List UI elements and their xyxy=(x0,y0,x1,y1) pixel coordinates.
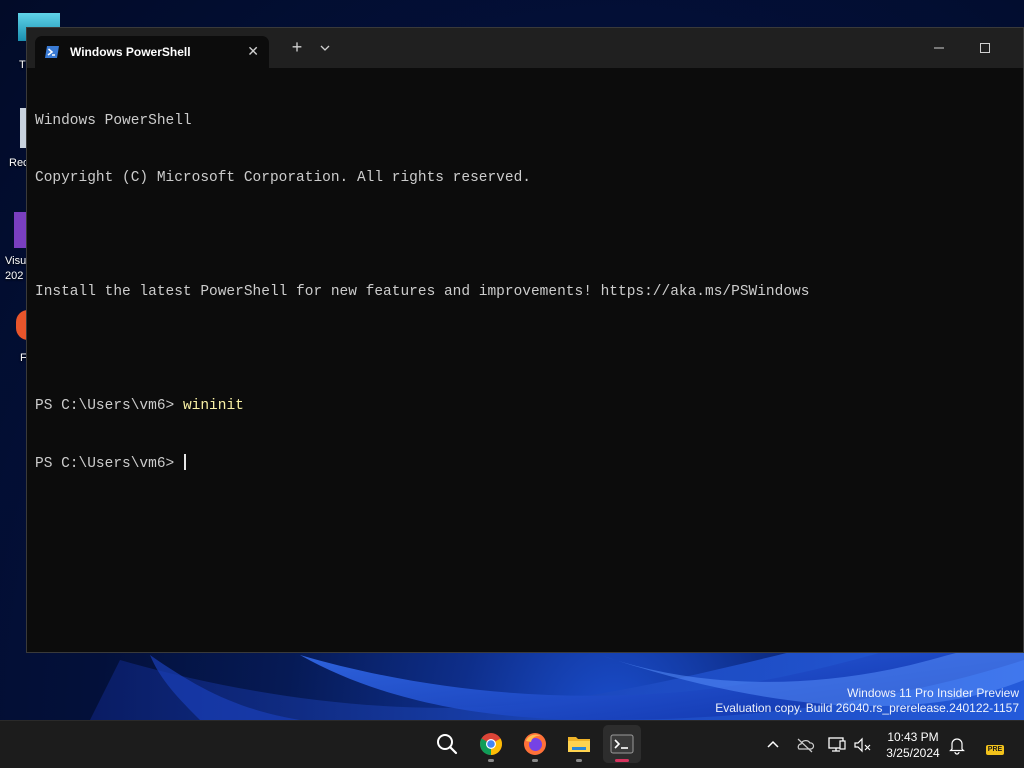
taskbar-firefox-button[interactable] xyxy=(516,725,554,763)
tab-title: Windows PowerShell xyxy=(70,45,191,59)
console-output[interactable]: Windows PowerShell Copyright (C) Microso… xyxy=(35,74,1015,652)
watermark-line-1: Windows 11 Pro Insider Preview xyxy=(847,686,1019,700)
tab-close-button[interactable]: ✕ xyxy=(247,42,259,60)
volume-muted-icon[interactable] xyxy=(853,735,873,755)
terminal-icon xyxy=(610,734,634,754)
prompt: PS C:\Users\vm6> xyxy=(35,456,183,472)
console-line: Install the latest PowerShell for new fe… xyxy=(35,284,810,300)
tab-windows-powershell[interactable]: Windows PowerShell ✕ xyxy=(35,36,269,68)
insider-pre-badge: PRE xyxy=(986,745,1004,755)
clock-time: 10:43 PM xyxy=(887,730,939,744)
minimize-button[interactable] xyxy=(925,40,953,56)
new-tab-button[interactable]: + xyxy=(286,38,308,58)
command-text: wininit xyxy=(182,398,244,414)
clock[interactable]: 10:43 PM 3/25/2024 xyxy=(878,729,948,761)
prompt: PS C:\Users\vm6> xyxy=(35,398,183,414)
desktop-icon-label: 202 xyxy=(5,270,24,282)
onedrive-offline-icon[interactable] xyxy=(795,735,815,755)
console-input-line[interactable]: PS C:\Users\vm6> xyxy=(35,454,1015,473)
running-indicator xyxy=(576,759,582,762)
network-icon[interactable] xyxy=(827,735,847,755)
active-indicator xyxy=(615,759,629,762)
file-explorer-icon xyxy=(568,737,590,752)
evaluation-watermark: Windows 11 Pro Insider Preview Evaluatio… xyxy=(715,686,1019,716)
taskbar-terminal-button[interactable] xyxy=(603,725,641,763)
title-bar[interactable]: Windows PowerShell ✕ + xyxy=(27,28,1023,68)
desktop-icon-label: Visu xyxy=(5,255,27,267)
taskbar-search-button[interactable] xyxy=(428,725,466,763)
insider-badge-text: PRE xyxy=(987,746,1003,753)
taskbar: 10:43 PM 3/25/2024 PRE xyxy=(0,720,1024,768)
show-hidden-icons-chevron-up-icon[interactable] xyxy=(763,735,783,755)
maximize-button[interactable] xyxy=(971,40,999,56)
console-command-line: PS C:\Users\vm6> wininit xyxy=(35,397,1015,416)
console-line: Windows PowerShell xyxy=(35,113,192,129)
clock-date: 3/25/2024 xyxy=(886,746,940,760)
desktop-icon-label: T xyxy=(19,59,26,71)
tab-dropdown-chevron-icon[interactable] xyxy=(315,40,335,56)
running-indicator xyxy=(532,759,538,762)
running-indicator xyxy=(488,759,494,762)
watermark-line-2: Evaluation copy. Build 26040.rs_prerelea… xyxy=(715,701,1019,715)
firefox-icon xyxy=(524,733,546,755)
chrome-icon xyxy=(480,733,502,755)
taskbar-chrome-button[interactable] xyxy=(472,725,510,763)
text-cursor xyxy=(183,454,186,470)
console-line: Copyright (C) Microsoft Corporation. All… xyxy=(35,170,531,186)
visual-studio-icon xyxy=(14,212,26,248)
powershell-icon xyxy=(45,46,59,58)
search-icon xyxy=(437,734,458,755)
notification-bell-icon[interactable] xyxy=(947,735,967,755)
taskbar-file-explorer-button[interactable] xyxy=(560,725,598,763)
terminal-window[interactable]: Windows PowerShell ✕ + Windows PowerShel… xyxy=(26,27,1024,653)
